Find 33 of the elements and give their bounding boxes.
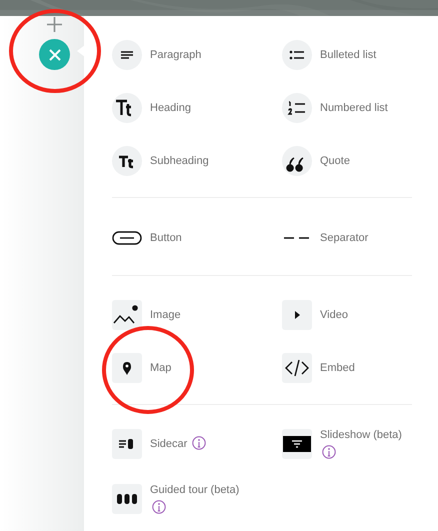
heading-icon[interactable] [112, 92, 142, 122]
slide-icon[interactable] [282, 428, 312, 458]
bullet-list-icon[interactable] [282, 40, 312, 70]
subheading-icon[interactable] [112, 146, 142, 176]
code-brackets-icon[interactable] [282, 352, 312, 382]
block-label[interactable]: Numbered list [320, 102, 388, 114]
info-icon[interactable] [192, 436, 206, 450]
three-pills-icon[interactable] [112, 484, 142, 514]
block-label[interactable]: Sidecar [150, 438, 188, 450]
mountain-icon[interactable] [112, 300, 142, 330]
block-label[interactable]: Image [150, 308, 181, 320]
quote-icon[interactable] [282, 146, 312, 176]
numbered-list-icon[interactable] [282, 92, 312, 122]
pin-icon[interactable] [112, 352, 142, 382]
block-label[interactable]: Video [320, 308, 348, 320]
block-label[interactable]: Embed [320, 362, 355, 374]
close-icon [48, 48, 60, 60]
plus-icon[interactable] [46, 16, 63, 33]
paragraph-lines-icon[interactable] [112, 40, 142, 70]
info-icon[interactable] [152, 500, 166, 514]
block-label[interactable]: Quote [320, 154, 350, 166]
block-label[interactable]: Slideshow (beta) [320, 428, 402, 440]
block-label[interactable]: Button [150, 232, 182, 244]
block-label[interactable]: Separator [320, 232, 368, 244]
lines-and-pill-icon[interactable] [112, 428, 142, 458]
play-icon[interactable] [282, 300, 312, 330]
block-label[interactable]: Heading [150, 102, 191, 114]
block-label[interactable]: Guided tour (beta) [150, 484, 240, 496]
block-label[interactable]: Paragraph [150, 48, 202, 60]
block-label[interactable]: Subheading [150, 154, 209, 166]
block-label[interactable]: Map [150, 362, 172, 374]
block-label[interactable]: Bulleted list [320, 48, 376, 60]
info-icon[interactable] [322, 444, 336, 458]
